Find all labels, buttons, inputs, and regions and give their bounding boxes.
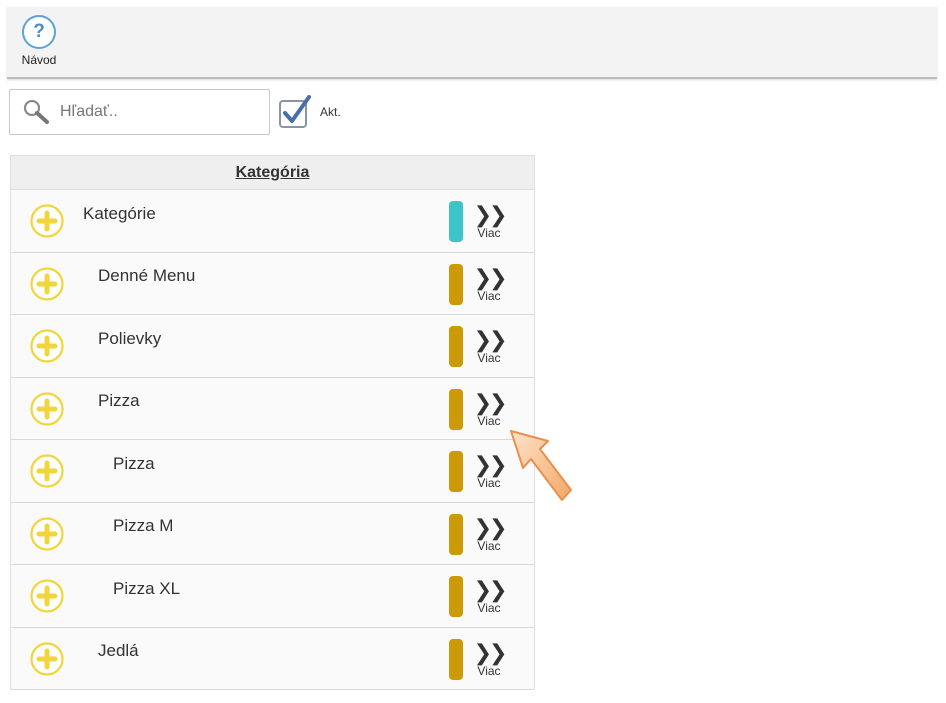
search-box [9, 89, 270, 135]
more-label: Viac [477, 413, 501, 428]
header-label: Kategória [235, 163, 310, 181]
more-button[interactable]: ❯❯ Viac [473, 577, 508, 616]
row-label: Kategórie [83, 203, 156, 223]
table-row[interactable]: Pizza ❯❯ Viac [11, 440, 534, 503]
more-button[interactable]: ❯❯ Viac [473, 264, 508, 303]
more-button[interactable]: ❯❯ Viac [473, 327, 508, 366]
category-table: Kategória Kategórie ❯❯ Viac Denné Menu ❯❯ Via… [10, 155, 535, 690]
checkbox-checked-icon[interactable] [278, 95, 312, 129]
table-row[interactable]: Pizza XL ❯❯ Viac [11, 565, 534, 628]
search-icon [23, 99, 49, 124]
row-label: Jedlá [98, 641, 139, 661]
double-chevron-right-icon: ❯❯ [473, 264, 508, 290]
double-chevron-right-icon: ❯❯ [473, 639, 508, 665]
table-row[interactable]: Kategórie ❯❯ Viac [11, 190, 534, 253]
more-label: Viac [477, 226, 501, 240]
more-label: Viac [477, 288, 501, 303]
add-icon[interactable] [30, 266, 64, 301]
active-filter-label: Akt. [320, 105, 341, 119]
search-input[interactable] [60, 103, 250, 121]
table-row[interactable]: Denné Menu ❯❯ Viac [11, 252, 534, 315]
double-chevron-right-icon: ❯❯ [473, 577, 508, 602]
table-row[interactable]: Jedlá ❯❯ Viac [11, 627, 534, 690]
more-button[interactable]: ❯❯ Viac [473, 639, 508, 678]
add-icon[interactable] [30, 204, 64, 238]
row-label: Pizza XL [113, 578, 181, 598]
row-label: Pizza [113, 453, 155, 473]
more-button[interactable]: ❯❯ Viac [473, 452, 508, 491]
color-indicator [449, 451, 463, 492]
double-chevron-right-icon: ❯❯ [473, 202, 508, 227]
add-icon[interactable] [30, 579, 64, 613]
more-label: Viac [477, 476, 501, 490]
more-button[interactable]: ❯❯ Viac [473, 514, 508, 553]
add-icon[interactable] [30, 641, 64, 676]
more-label: Viac [477, 663, 501, 678]
double-chevron-right-icon: ❯❯ [473, 452, 508, 477]
double-chevron-right-icon: ❯❯ [473, 389, 508, 415]
color-indicator [449, 576, 463, 617]
double-chevron-right-icon: ❯❯ [473, 327, 508, 352]
more-label: Viac [477, 351, 501, 365]
active-filter[interactable]: Akt. [278, 95, 341, 129]
row-label: Polievky [98, 328, 162, 348]
help-label: Návod [21, 53, 57, 67]
add-icon[interactable] [30, 391, 64, 426]
table-row[interactable]: Pizza M ❯❯ Viac [11, 502, 534, 565]
more-button[interactable]: ❯❯ Viac [473, 202, 508, 241]
more-label: Viac [477, 538, 501, 553]
row-label: Pizza [98, 391, 140, 411]
row-label: Pizza M [113, 516, 174, 536]
color-indicator [449, 388, 463, 430]
color-indicator [449, 513, 463, 555]
color-indicator [449, 263, 463, 305]
question-icon: ? [22, 15, 56, 49]
color-indicator [449, 326, 463, 367]
table-row[interactable]: Pizza ❯❯ Viac [11, 377, 534, 440]
more-label: Viac [477, 601, 501, 615]
color-indicator [449, 638, 463, 680]
color-indicator [449, 201, 463, 242]
double-chevron-right-icon: ❯❯ [473, 514, 508, 540]
help-button[interactable]: ? Návod [17, 15, 61, 67]
table-row[interactable]: Polievky ❯❯ Viac [11, 315, 534, 378]
toolbar: ? Návod [7, 7, 937, 79]
row-label: Denné Menu [98, 266, 196, 286]
add-icon[interactable] [30, 329, 64, 363]
add-icon[interactable] [30, 454, 64, 488]
add-icon[interactable] [30, 516, 64, 551]
more-button[interactable]: ❯❯ Viac [473, 389, 508, 428]
